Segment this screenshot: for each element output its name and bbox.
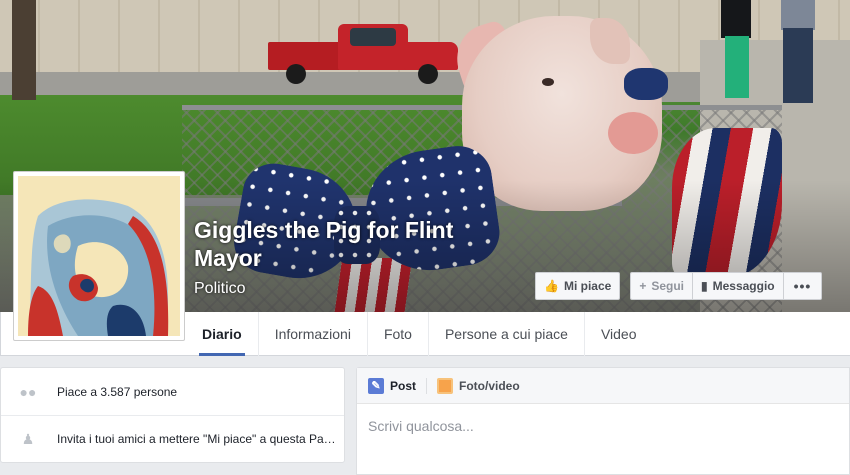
pig-snout: [608, 112, 658, 154]
profile-picture[interactable]: [13, 171, 185, 341]
tab-informazioni[interactable]: Informazioni: [257, 312, 367, 356]
page-actions: 👍 Mi piace + Segui ▮ Messaggio •••: [535, 272, 823, 300]
composer-input[interactable]: Scrivi qualcosa...: [357, 404, 849, 448]
add-person-icon: ♟: [21, 430, 35, 447]
composer-tab-photo-label: Foto/video: [459, 378, 520, 393]
profile-picture-image: [18, 176, 180, 336]
likes-count-text: Piace a 3.587 persone: [57, 384, 178, 399]
composer-tab-post[interactable]: ✎ Post: [368, 377, 426, 394]
post-composer: ✎ Post Foto/video Scrivi qualcosa...: [356, 367, 850, 475]
ellipsis-icon: •••: [793, 278, 812, 294]
message-label: Messaggio: [712, 279, 775, 293]
more-button[interactable]: •••: [782, 272, 823, 300]
pencil-icon: ✎: [368, 377, 384, 394]
cover-person: [775, 0, 820, 105]
like-label: Mi piace: [563, 279, 612, 293]
composer-tabs: ✎ Post Foto/video: [357, 368, 849, 404]
cover-tree: [12, 0, 36, 100]
message-icon: ▮: [701, 279, 708, 293]
photo-icon: [437, 377, 454, 394]
invite-friends-row[interactable]: ♟ Invita i tuoi amici a mettere "Mi piac…: [1, 415, 344, 462]
page-tabs: Diario Informazioni Foto Persone a cui p…: [186, 312, 653, 356]
likes-count-row[interactable]: ●● Piace a 3.587 persone: [1, 368, 344, 415]
pig-eye: [542, 78, 554, 86]
plus-icon: +: [639, 279, 647, 293]
people-icon: ●●: [19, 383, 37, 400]
tab-persone[interactable]: Persone a cui piace: [427, 312, 584, 356]
like-button[interactable]: 👍 Mi piace: [535, 272, 621, 300]
tab-diario[interactable]: Diario: [186, 312, 258, 356]
sidebar-card: ●● Piace a 3.587 persone ♟ Invita i tuoi…: [0, 367, 345, 463]
composer-tab-photo[interactable]: Foto/video: [426, 377, 530, 394]
thumbs-up-icon: 👍: [544, 279, 559, 293]
page-title[interactable]: Giggles the Pig for Flint Mayor: [194, 216, 514, 272]
tab-foto[interactable]: Foto: [366, 312, 428, 356]
message-button[interactable]: ▮ Messaggio: [692, 272, 783, 300]
page-category[interactable]: Politico: [194, 280, 246, 298]
cover-truck: [268, 20, 458, 84]
composer-tab-post-label: Post: [390, 378, 417, 393]
invite-friends-text: Invita i tuoi amici a mettere "Mi piace"…: [57, 432, 337, 446]
cover-bunting: [624, 68, 668, 100]
follow-button[interactable]: + Segui: [630, 272, 692, 300]
cover-person: [715, 0, 755, 100]
tab-video[interactable]: Video: [583, 312, 653, 356]
follow-label: Segui: [651, 279, 684, 293]
